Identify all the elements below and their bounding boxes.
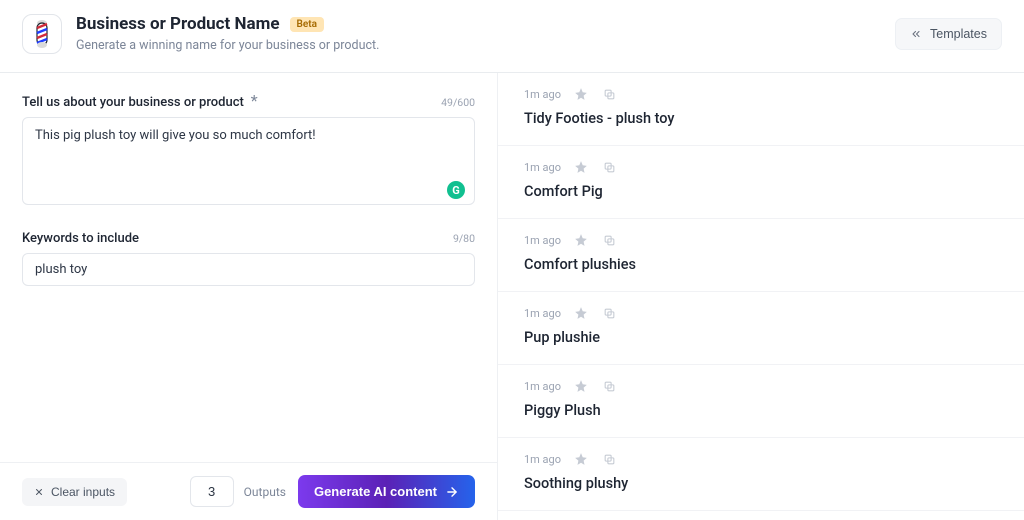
- copy-icon[interactable]: [601, 86, 617, 102]
- action-bar: Clear inputs Outputs Generate AI content: [0, 462, 497, 520]
- results-list: 1m ago Tidy Footies - plush toy 1m ago Comf…: [498, 73, 1024, 511]
- arrow-right-icon: [445, 485, 459, 499]
- result-meta: 1m ago: [524, 86, 998, 102]
- result-age: 1m ago: [524, 88, 561, 101]
- page-header: Business or Product Name Beta Generate a…: [0, 0, 1024, 73]
- right-actions: Outputs Generate AI content: [190, 475, 475, 508]
- templates-button[interactable]: Templates: [895, 18, 1002, 50]
- keywords-field: Keywords to include 9/80: [22, 231, 475, 286]
- copy-icon[interactable]: [601, 305, 617, 321]
- outputs-wrap: Outputs: [190, 476, 286, 507]
- generate-button[interactable]: Generate AI content: [298, 475, 475, 508]
- keywords-label: Keywords to include: [22, 231, 139, 246]
- business-textarea-wrap: G: [22, 117, 475, 209]
- clear-inputs-button[interactable]: Clear inputs: [22, 478, 127, 506]
- result-card[interactable]: 1m ago Pup plushie: [498, 292, 1024, 365]
- business-label-row: Tell us about your business or product *…: [22, 91, 475, 110]
- form-area: Tell us about your business or product *…: [0, 73, 497, 462]
- result-age: 1m ago: [524, 307, 561, 320]
- page-root: Business or Product Name Beta Generate a…: [0, 0, 1024, 520]
- star-icon[interactable]: [573, 86, 589, 102]
- outputs-label: Outputs: [244, 485, 286, 499]
- star-icon[interactable]: [573, 305, 589, 321]
- result-title: Soothing plushy: [524, 475, 998, 492]
- star-icon[interactable]: [573, 378, 589, 394]
- result-title: Comfort Pig: [524, 183, 998, 200]
- app-icon-wrap: [22, 14, 62, 54]
- body: Tell us about your business or product *…: [0, 73, 1024, 520]
- result-title: Piggy Plush: [524, 402, 998, 419]
- left-panel: Tell us about your business or product *…: [0, 73, 498, 520]
- outputs-count-input[interactable]: [190, 476, 234, 507]
- result-age: 1m ago: [524, 234, 561, 247]
- business-label-wrap: Tell us about your business or product *: [22, 91, 258, 110]
- result-meta: 1m ago: [524, 305, 998, 321]
- generate-label: Generate AI content: [314, 484, 437, 499]
- header-left: Business or Product Name Beta Generate a…: [22, 14, 379, 54]
- business-textarea[interactable]: [22, 117, 475, 205]
- result-age: 1m ago: [524, 453, 561, 466]
- result-title: Comfort plushies: [524, 256, 998, 273]
- templates-label: Templates: [930, 27, 987, 41]
- result-meta: 1m ago: [524, 451, 998, 467]
- result-card[interactable]: 1m ago Piggy Plush: [498, 365, 1024, 438]
- result-meta: 1m ago: [524, 232, 998, 248]
- star-icon[interactable]: [573, 232, 589, 248]
- star-icon[interactable]: [573, 159, 589, 175]
- result-title: Pup plushie: [524, 329, 998, 346]
- result-card[interactable]: 1m ago Comfort Pig: [498, 146, 1024, 219]
- clear-inputs-label: Clear inputs: [51, 485, 115, 499]
- result-title: Tidy Footies - plush toy: [524, 110, 998, 127]
- page-subtitle: Generate a winning name for your busines…: [76, 38, 379, 53]
- beta-badge: Beta: [290, 17, 324, 32]
- result-meta: 1m ago: [524, 159, 998, 175]
- copy-icon[interactable]: [601, 378, 617, 394]
- title-row: Business or Product Name Beta: [76, 14, 379, 34]
- result-meta: 1m ago: [524, 378, 998, 394]
- barber-pole-icon: [32, 20, 52, 48]
- x-icon: [34, 487, 44, 497]
- business-counter: 49/600: [441, 96, 475, 109]
- result-card[interactable]: 1m ago Comfort plushies: [498, 219, 1024, 292]
- copy-icon[interactable]: [601, 159, 617, 175]
- grammarly-icon[interactable]: G: [447, 181, 465, 199]
- business-field: Tell us about your business or product *…: [22, 91, 475, 209]
- result-age: 1m ago: [524, 161, 561, 174]
- header-text: Business or Product Name Beta Generate a…: [76, 14, 379, 53]
- required-mark: *: [251, 91, 258, 110]
- page-title: Business or Product Name: [76, 14, 280, 34]
- copy-icon[interactable]: [601, 232, 617, 248]
- star-icon[interactable]: [573, 451, 589, 467]
- business-label: Tell us about your business or product: [22, 95, 244, 110]
- result-card[interactable]: 1m ago Tidy Footies - plush toy: [498, 73, 1024, 146]
- keywords-counter: 9/80: [453, 232, 475, 245]
- keywords-label-row: Keywords to include 9/80: [22, 231, 475, 246]
- result-card[interactable]: 1m ago Soothing plushy: [498, 438, 1024, 511]
- result-age: 1m ago: [524, 380, 561, 393]
- keywords-input[interactable]: [22, 253, 475, 286]
- chevrons-left-icon: [910, 28, 922, 40]
- copy-icon[interactable]: [601, 451, 617, 467]
- results-panel[interactable]: 1m ago Tidy Footies - plush toy 1m ago Comf…: [498, 73, 1024, 520]
